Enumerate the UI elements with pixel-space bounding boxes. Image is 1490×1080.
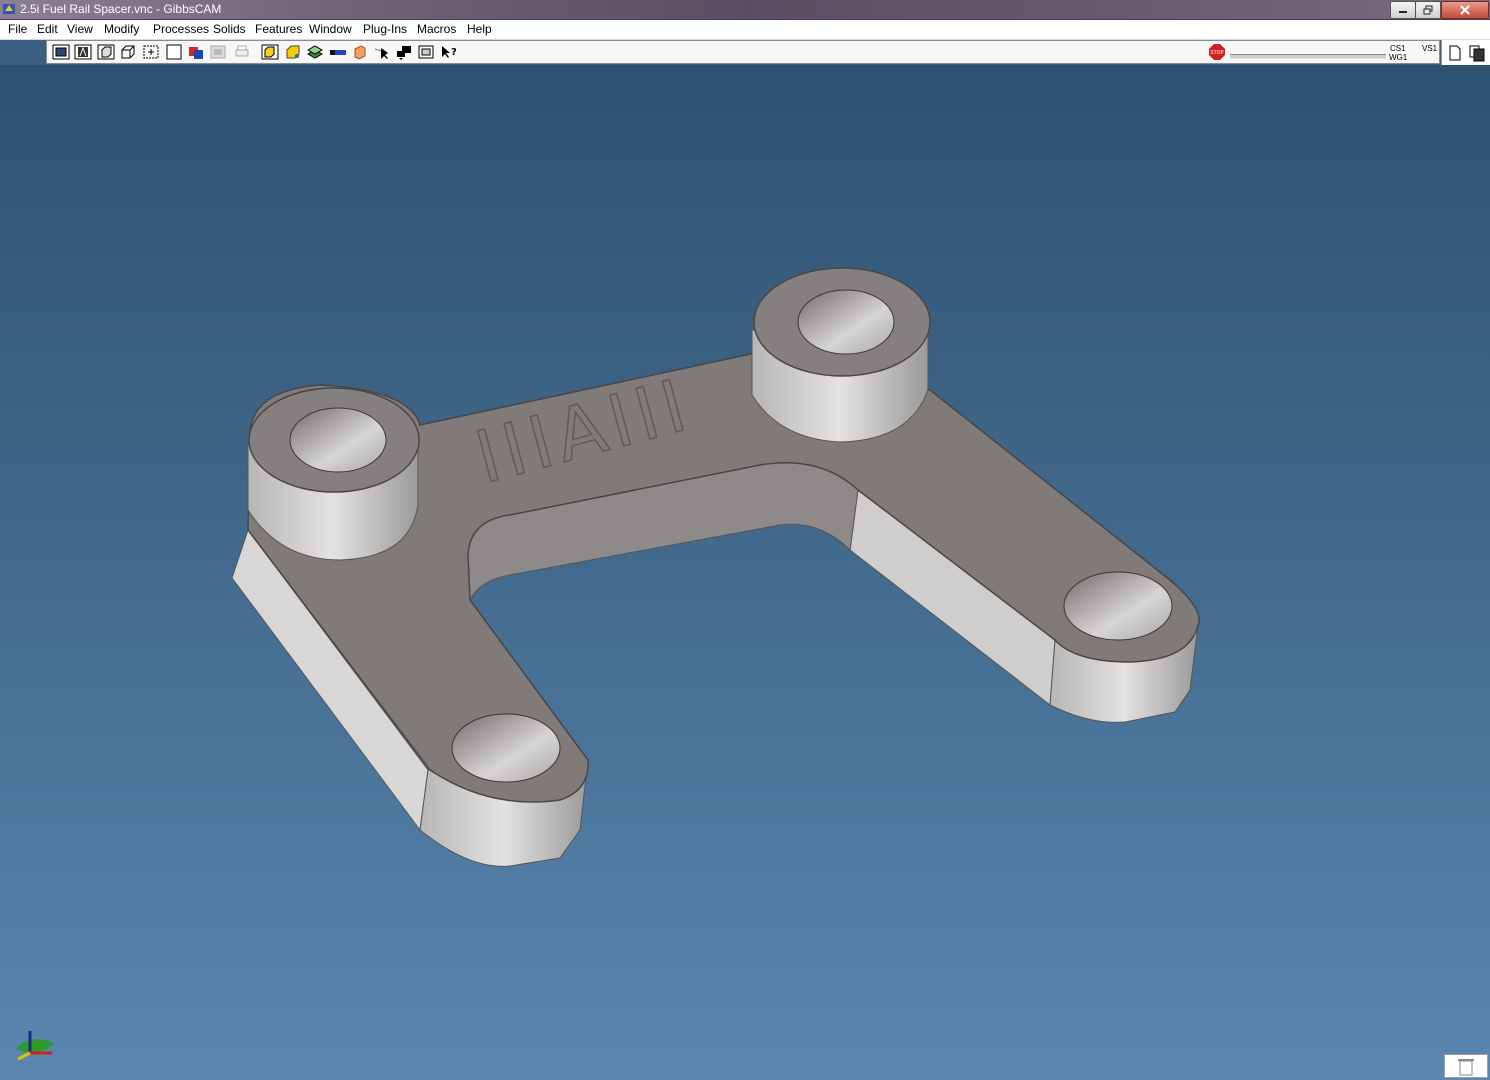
menu-bar: File Edit View Modify Processes Solids F… [0,20,1490,40]
black-shape-icon[interactable] [395,44,413,60]
close-icon [1460,5,1470,15]
render-shaded-box-icon[interactable] [97,44,115,60]
color-picker-icon[interactable] [187,44,205,60]
menu-solids[interactable]: Solids [213,22,246,36]
window-title: 2.5i Fuel Rail Spacer.vnc - GibbsCAM [20,2,222,16]
menu-plug-ins[interactable]: Plug-Ins [363,22,407,36]
svg-text:STOP: STOP [1210,50,1223,56]
minimize-icon [1399,11,1407,13]
main-toolbar: ? STOP CS1 WG1 VS1 [46,40,1440,64]
minimize-button[interactable] [1390,1,1416,19]
progress-track [1230,54,1386,59]
render-text-icon[interactable] [74,44,92,60]
menu-macros[interactable]: Macros [417,22,456,36]
print-icon[interactable] [233,44,251,60]
viewport-3d[interactable]: IIIAIII [0,65,1490,1080]
restore-icon [1423,5,1433,15]
cube-yellow-icon[interactable] [284,44,302,60]
blank-box-icon[interactable] [165,44,183,60]
title-bar: 2.5i Fuel Rail Spacer.vnc - GibbsCAM [0,0,1490,20]
svg-text:?: ? [451,47,457,58]
menu-file[interactable]: File [8,22,27,36]
menu-features[interactable]: Features [255,22,302,36]
axis-triad-icon [16,1031,54,1061]
menu-window[interactable]: Window [309,22,352,36]
trash-can-icon [1458,1059,1474,1076]
menu-view[interactable]: View [67,22,93,36]
disabled-dialog-icon[interactable] [209,44,227,60]
copy-pages-icon[interactable] [1468,44,1486,62]
stop-sign-icon[interactable]: STOP [1209,44,1225,60]
restore-button[interactable] [1415,1,1441,19]
gibbscam-app-icon [3,4,15,14]
new-document-icon[interactable] [1446,44,1464,62]
menu-edit[interactable]: Edit [37,22,58,36]
menu-modify[interactable]: Modify [104,22,139,36]
select-point-icon[interactable] [142,44,160,60]
render-cube-icon[interactable] [119,44,137,60]
toolpath-icon[interactable] [329,44,347,60]
menu-help[interactable]: Help [467,22,492,36]
render-wireframe-icon[interactable] [52,44,70,60]
menu-processes[interactable]: Processes [153,22,209,36]
layers-icon[interactable] [351,44,369,60]
close-button[interactable] [1441,1,1489,19]
solid-highlight-icon[interactable] [261,44,279,60]
view-box-icon[interactable] [417,44,435,60]
vs-label: VS1 [1422,44,1438,53]
fuel-rail-spacer-part[interactable]: IIIAIII [0,65,1490,1080]
cs-label: CS1 [1390,44,1406,53]
trash-icon[interactable] [1444,1054,1488,1078]
wg-label: WG1 [1389,53,1408,62]
help-cursor-icon[interactable]: ? [440,44,458,60]
cursor-arrow-icon[interactable] [373,44,391,60]
stack-icon[interactable] [306,44,324,60]
